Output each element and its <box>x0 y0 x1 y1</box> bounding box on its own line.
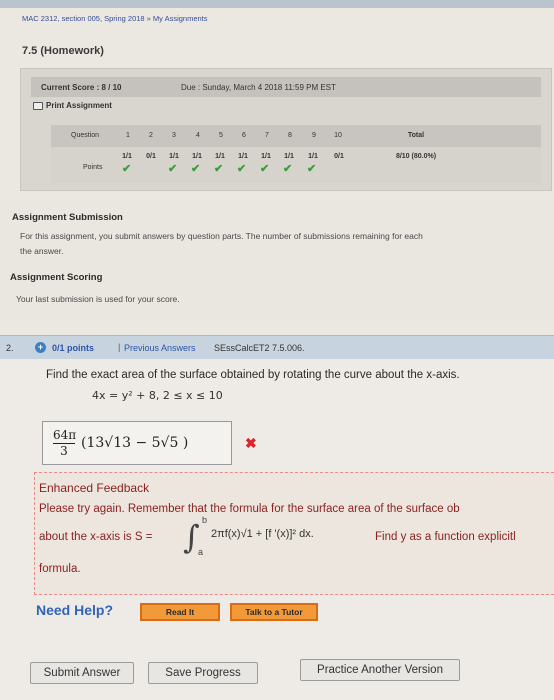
check-icon: ✔ <box>283 163 293 175</box>
check-icon: ✔ <box>122 163 132 175</box>
question-number[interactable]: 1 <box>121 132 135 139</box>
question-equation: 4x = y² + 8, 2 ≤ x ≤ 10 <box>92 389 223 402</box>
answer-fraction: 64π 3 <box>53 428 77 458</box>
question-number[interactable]: 7 <box>260 132 274 139</box>
check-icon: ✔ <box>191 163 201 175</box>
previous-answers-link[interactable]: Previous Answers <box>124 343 196 353</box>
points-row: Points 1/1 ✔ 0/1 1/1 ✔ 1/1 ✔ 1/1 ✔ 1/1 ✔… <box>51 147 541 183</box>
check-icon: ✔ <box>260 163 270 175</box>
scoring-heading: Assignment Scoring <box>10 272 103 283</box>
question-points: 1/1 <box>308 153 318 160</box>
expand-plus-icon[interactable]: + <box>35 342 46 353</box>
talk-to-tutor-button[interactable]: Talk to a Tutor <box>230 603 318 621</box>
integral-lower-limit: a <box>198 547 204 557</box>
print-assignment-link[interactable]: Print Assignment <box>33 101 112 110</box>
current-score: Current Score : 8 / 10 <box>41 83 122 92</box>
feedback-line1: Please try again. Remember that the form… <box>39 503 460 515</box>
integral-upper-limit: b <box>202 515 208 525</box>
total-label: Total <box>407 132 425 139</box>
need-help-label: Need Help? <box>36 602 114 618</box>
question-number[interactable]: 5 <box>214 132 228 139</box>
question-points: 1/1 <box>122 153 132 160</box>
save-progress-button[interactable]: Save Progress <box>148 662 258 684</box>
question-code: SEssCalcET2 7.5.006. <box>214 343 305 353</box>
answer-expression: (13√13 − 5√5 ) <box>81 435 189 451</box>
question-number[interactable]: 4 <box>191 132 205 139</box>
separator: | <box>118 342 121 352</box>
scoring-text: Your last submission is used for your sc… <box>16 294 180 304</box>
feedback-line2-end: Find y as a function explicitl <box>375 531 516 543</box>
integrand: 2πf(x)√1 + [f '(x)]² dx. <box>211 528 314 540</box>
enhanced-feedback-box: Enhanced Feedback Please try again. Reme… <box>34 472 554 595</box>
breadcrumb[interactable]: MAC 2312, section 005, Spring 2018 » My … <box>22 14 208 23</box>
assignment-submission-section: Assignment Submission For this assignmen… <box>0 200 554 320</box>
question-points-label: 0/1 points <box>52 343 95 353</box>
question-points: 0/1 <box>334 153 344 160</box>
question-number[interactable]: 2 <box>144 132 158 139</box>
read-it-button[interactable]: Read It <box>140 603 220 621</box>
printer-icon <box>33 101 43 110</box>
submission-text-line1: For this assignment, you submit answers … <box>20 231 423 241</box>
submission-text-line2: the answer. <box>20 246 64 256</box>
print-assignment-label: Print Assignment <box>46 101 112 110</box>
question-points: 1/1 <box>284 153 294 160</box>
feedback-line2-start: about the x-axis is S = <box>39 531 153 543</box>
check-icon: ✔ <box>307 163 317 175</box>
question-number[interactable]: 6 <box>237 132 251 139</box>
assignment-title: 7.5 (Homework) <box>22 45 104 57</box>
question-number[interactable]: 10 <box>329 132 347 139</box>
question-points: 1/1 <box>215 153 225 160</box>
due-date: Due : Sunday, March 4 2018 11:59 PM EST <box>181 83 336 92</box>
answer-numerator: 64π <box>53 428 77 444</box>
answer-denominator: 3 <box>60 444 68 458</box>
question-header-row: Question 1 2 3 4 5 6 7 8 9 10 Total <box>51 125 541 147</box>
answer-field[interactable]: 64π 3 (13√13 − 5√5 ) <box>42 421 232 465</box>
question-number[interactable]: 3 <box>167 132 181 139</box>
question-points: 1/1 <box>261 153 271 160</box>
question-number[interactable]: 9 <box>307 132 321 139</box>
incorrect-x-icon: ✖ <box>245 435 257 451</box>
points-label: Points <box>83 164 103 171</box>
question-points: 1/1 <box>238 153 248 160</box>
check-icon: ✔ <box>168 163 178 175</box>
question-label: Question <box>71 132 100 139</box>
question-points: 1/1 <box>192 153 202 160</box>
check-icon: ✔ <box>237 163 247 175</box>
question-header-bar: 2. + 0/1 points | Previous Answers SEssC… <box>0 335 554 359</box>
feedback-title: Enhanced Feedback <box>39 481 150 495</box>
browser-top-bar <box>0 0 554 8</box>
feedback-line3: formula. <box>39 563 81 575</box>
question-number[interactable]: 8 <box>283 132 297 139</box>
score-panel: Current Score : 8 / 10 Due : Sunday, Mar… <box>20 68 552 191</box>
question-body: Find the exact area of the surface obtai… <box>0 359 554 700</box>
question-number-label: 2. <box>6 343 14 353</box>
question-points: 0/1 <box>146 153 156 160</box>
check-icon: ✔ <box>214 163 224 175</box>
practice-another-version-button[interactable]: Practice Another Version <box>300 659 460 681</box>
score-bar: Current Score : 8 / 10 Due : Sunday, Mar… <box>31 77 541 97</box>
question-points: 1/1 <box>169 153 179 160</box>
submit-answer-button[interactable]: Submit Answer <box>30 662 134 684</box>
submission-heading: Assignment Submission <box>12 212 123 223</box>
question-prompt: Find the exact area of the surface obtai… <box>46 369 460 381</box>
total-score: 8/10 (80.0%) <box>395 153 437 160</box>
